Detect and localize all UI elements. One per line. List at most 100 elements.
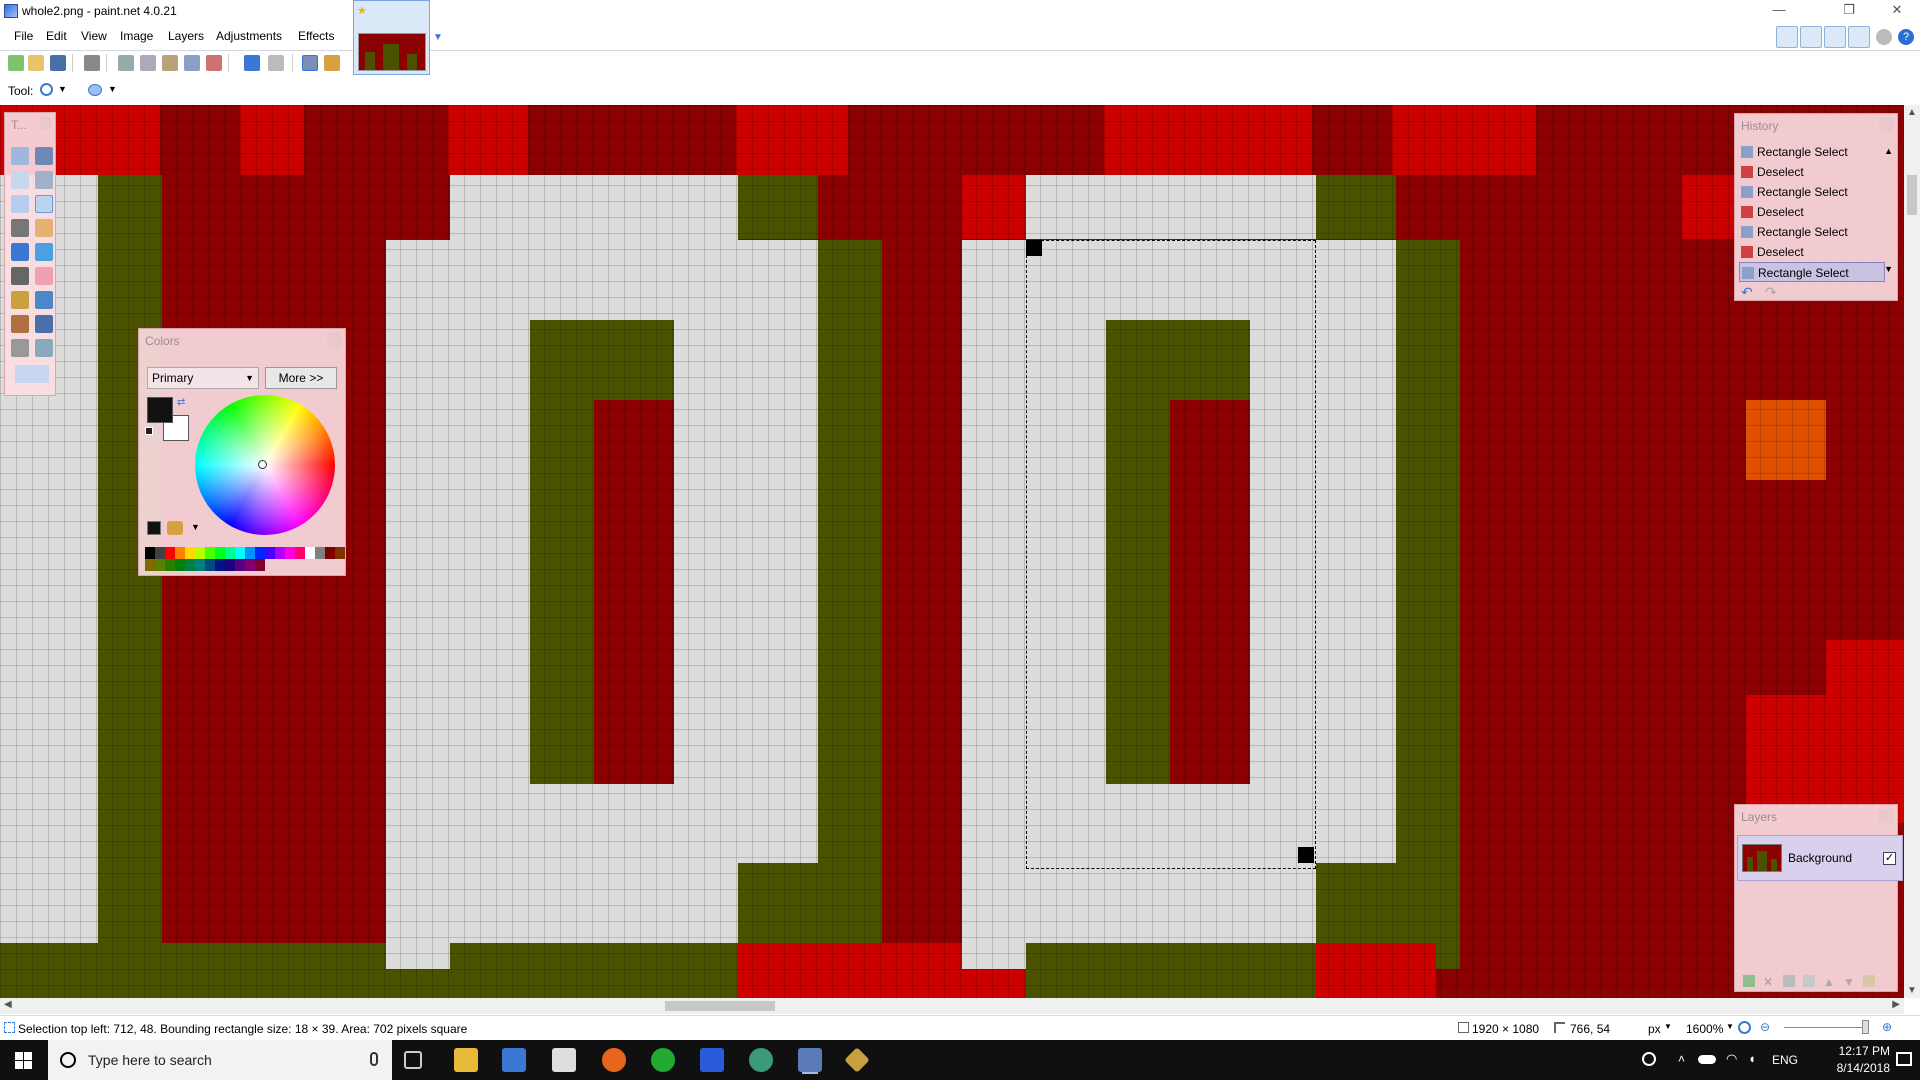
volume-icon[interactable]: ◖	[1748, 1051, 1756, 1066]
palette-swatch[interactable]	[165, 547, 175, 559]
color-palette[interactable]	[145, 547, 345, 571]
history-item[interactable]: Deselect	[1739, 242, 1885, 262]
close-button[interactable]: ✕	[1874, 0, 1920, 22]
palette-swatch[interactable]	[335, 547, 345, 559]
palette-swatch[interactable]	[175, 547, 185, 559]
maximize-button[interactable]: ❐	[1826, 0, 1872, 22]
history-window-toggle-icon[interactable]	[1800, 26, 1822, 48]
menu-layers[interactable]: Layers	[164, 26, 208, 46]
palette-swatch[interactable]	[195, 547, 205, 559]
onedrive-icon[interactable]	[1698, 1055, 1716, 1064]
history-item[interactable]: Deselect	[1739, 202, 1885, 222]
colors-window-close-icon[interactable]	[327, 333, 341, 347]
pixel-grid-icon[interactable]	[302, 55, 318, 71]
shapes-tool-icon[interactable]	[15, 365, 49, 383]
menu-file[interactable]: File	[10, 26, 37, 46]
paste-icon[interactable]	[162, 55, 178, 71]
history-scroll-up-icon[interactable]: ▲	[1884, 146, 1893, 156]
chrome-like-app-icon[interactable]	[749, 1048, 773, 1072]
paintbrush-tool-icon[interactable]	[11, 267, 29, 285]
palette-swatch[interactable]	[225, 559, 235, 571]
paint-bucket-tool-icon[interactable]	[11, 243, 29, 261]
palette-swatch[interactable]	[175, 559, 185, 571]
tool-dropdown-icon[interactable]: ▼	[58, 84, 67, 94]
microsoft-store-icon[interactable]	[502, 1048, 526, 1072]
scroll-left-icon[interactable]: ◀	[4, 999, 12, 1010]
undo-icon[interactable]	[244, 55, 260, 71]
palette-swatch[interactable]	[185, 559, 195, 571]
palette-swatch[interactable]	[225, 547, 235, 559]
palette-swatch[interactable]	[275, 547, 285, 559]
history-item[interactable]: Rectangle Select	[1739, 182, 1885, 202]
menu-effects[interactable]: Effects	[294, 26, 338, 46]
history-redo-icon[interactable]: ↷	[1765, 284, 1777, 301]
ellipse-select-tool-icon[interactable]	[11, 195, 29, 213]
windows-start-icon[interactable]	[15, 1052, 32, 1069]
primary-color-swatch[interactable]	[147, 397, 173, 423]
language-indicator[interactable]: ENG	[1772, 1053, 1798, 1067]
green-app-icon[interactable]	[651, 1048, 675, 1072]
palette-swatch[interactable]	[235, 547, 245, 559]
recolor-tool-icon[interactable]	[35, 315, 53, 333]
layers-window-close-icon[interactable]	[1879, 809, 1893, 823]
clock-time[interactable]: 12:17 PM	[1834, 1044, 1890, 1058]
palette-swatch[interactable]	[145, 547, 155, 559]
zoom-slider-thumb[interactable]	[1862, 1020, 1869, 1034]
palette-swatch[interactable]	[215, 547, 225, 559]
colors-window-toggle-icon[interactable]	[1848, 26, 1870, 48]
crop-icon[interactable]	[184, 55, 200, 71]
zoom-tool-icon[interactable]	[40, 83, 53, 96]
zoom-slider-track[interactable]	[1784, 1027, 1868, 1028]
vertical-scroll-thumb[interactable]	[1907, 175, 1917, 215]
menu-view[interactable]: View	[77, 26, 111, 46]
layers-window-toggle-icon[interactable]	[1824, 26, 1846, 48]
zoom-in-icon[interactable]: ⊕	[1882, 1020, 1892, 1034]
task-view-icon[interactable]	[404, 1051, 422, 1069]
eraser-tool-icon[interactable]	[35, 267, 53, 285]
history-undo-icon[interactable]: ↶	[1741, 284, 1753, 301]
reset-colors-icon[interactable]	[145, 427, 153, 435]
tools-window-toggle-icon[interactable]	[1776, 26, 1798, 48]
scroll-right-icon[interactable]: ▶	[1892, 999, 1900, 1010]
layer-row-background[interactable]: Background ✓	[1737, 835, 1903, 881]
paintnet-taskbar-icon[interactable]	[798, 1048, 822, 1072]
merge-layer-down-icon[interactable]	[1803, 975, 1815, 987]
tools-window-close-icon[interactable]	[40, 117, 52, 129]
palette-swatch[interactable]	[255, 559, 265, 571]
units-dropdown-icon[interactable]: ▼	[1664, 1022, 1672, 1031]
history-scroll-down-icon[interactable]: ▼	[1884, 264, 1893, 274]
firefox-icon[interactable]	[602, 1048, 626, 1072]
selection-handle-bottom-right[interactable]	[1298, 847, 1314, 863]
color-wheel-cursor[interactable]	[258, 460, 267, 469]
palette-swatch[interactable]	[235, 559, 245, 571]
wifi-icon[interactable]: ◠	[1726, 1051, 1737, 1067]
history-item[interactable]: Rectangle Select	[1739, 222, 1885, 242]
palette-swatch[interactable]	[205, 547, 215, 559]
horizontal-scroll-thumb[interactable]	[665, 1001, 775, 1011]
redo-icon[interactable]	[268, 55, 284, 71]
file-explorer-icon[interactable]	[454, 1048, 478, 1072]
move-layer-up-icon[interactable]: ▲	[1823, 975, 1835, 989]
add-layer-icon[interactable]	[1743, 975, 1755, 987]
palette-menu-icon[interactable]	[167, 521, 183, 535]
zoom-tool-active-icon[interactable]	[35, 195, 53, 213]
clone-stamp-tool-icon[interactable]	[11, 315, 29, 333]
rectangle-select-tool-icon[interactable]	[11, 147, 29, 165]
image-tab-whole2[interactable]: ★	[353, 0, 430, 75]
palette-swatch[interactable]	[245, 559, 255, 571]
more-colors-button[interactable]: More >>	[265, 367, 337, 389]
scroll-up-icon[interactable]: ▲	[1907, 107, 1917, 118]
move-selection-tool-icon[interactable]	[35, 171, 53, 189]
malwarebytes-icon[interactable]	[700, 1048, 724, 1072]
new-icon[interactable]	[8, 55, 24, 71]
line-curve-tool-icon[interactable]	[35, 339, 53, 357]
delete-layer-icon[interactable]: ✕	[1763, 975, 1775, 989]
menu-image[interactable]: Image	[116, 26, 157, 46]
palette-swatch[interactable]	[285, 547, 295, 559]
palette-swatch[interactable]	[315, 547, 325, 559]
zoom-out-icon[interactable]: ⊖	[1760, 1020, 1770, 1034]
palette-primary-mini-swatch[interactable]	[147, 521, 161, 535]
minimize-button[interactable]: —	[1756, 0, 1802, 22]
palette-swatch[interactable]	[305, 547, 315, 559]
palette-swatch[interactable]	[145, 559, 155, 571]
